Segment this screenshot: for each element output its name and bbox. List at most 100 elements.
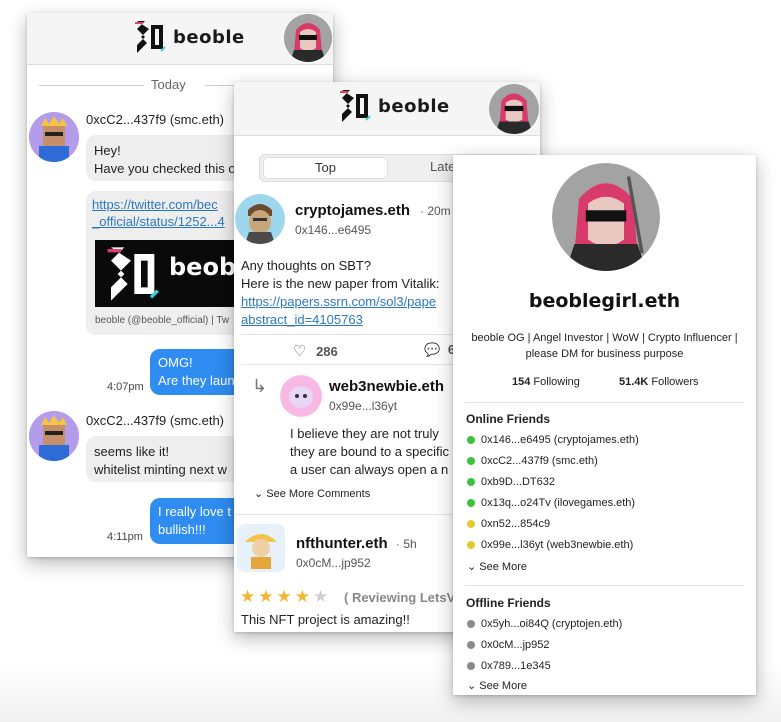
status-dot-icon — [467, 541, 475, 550]
tweet-link[interactable]: _official/status/1252...4 — [92, 213, 225, 231]
chevron-down-icon: ⌄ — [467, 561, 477, 573]
friend-item[interactable]: 0x789...1e345 — [467, 660, 551, 672]
friend-item[interactable]: 0xcC2...437f9 (smc.eth) — [467, 455, 598, 467]
review-author-name[interactable]: nfthunter.eth — [296, 535, 388, 552]
friend-item[interactable]: 0x146...e6495 (cryptojames.eth) — [467, 434, 639, 446]
friend-item[interactable]: 0x13q...o24Tv (ilovegames.eth) — [467, 497, 635, 509]
tweet-link[interactable]: https://twitter.com/bec — [92, 196, 218, 214]
profile-window: beoblegirl.eth beoble OG | Angel Investo… — [453, 155, 756, 695]
reply-text-line: I believe they are not truly — [290, 426, 439, 441]
chevron-down-icon: ⌄ — [254, 488, 264, 500]
comment-icon: 💬 — [424, 342, 441, 357]
beoble-logo-mark-icon — [135, 21, 166, 53]
star-icon: ★ — [258, 587, 277, 606]
status-dot-icon — [467, 436, 475, 445]
reply-text-line: they are bound to a specific — [290, 444, 449, 459]
see-more-offline-button[interactable]: ⌄ See More — [467, 679, 527, 692]
profile-bio-line: please DM for business purpose — [525, 348, 684, 360]
profile-avatar[interactable] — [552, 163, 660, 271]
status-dot-icon — [467, 499, 475, 508]
reviewing-label[interactable]: ( Reviewing LetsV — [344, 590, 455, 605]
see-more-comments-label: See More Comments — [266, 488, 371, 500]
feed-header: beoble — [234, 82, 540, 136]
star-icon: ★ — [294, 587, 313, 606]
friend-name: 0x0cM...jp952 — [481, 639, 550, 651]
review-age: · 5h — [396, 537, 417, 551]
status-dot-icon — [467, 457, 475, 466]
friend-name: 0x13q...o24Tv (ilovegames.eth) — [481, 497, 636, 509]
friend-name: 0x99e...l36yt (web3newbie.eth) — [481, 539, 634, 551]
reply-author-avatar[interactable] — [280, 375, 322, 417]
status-dot-icon — [467, 520, 475, 529]
brand-name: beoble — [173, 26, 245, 48]
user-avatar[interactable] — [284, 14, 332, 62]
online-friends-title: Online Friends — [466, 412, 551, 426]
tab-label: Top — [315, 160, 336, 175]
like-button[interactable]: ♡ 286 — [293, 342, 338, 360]
like-count: 286 — [316, 344, 338, 359]
beoble-logo-mark-icon — [340, 90, 371, 122]
message-sender: 0xcC2...437f9 (smc.eth) — [86, 112, 224, 127]
post-age: · 20m — [420, 204, 451, 218]
friend-item[interactable]: 0x99e...l36yt (web3newbie.eth) — [467, 539, 633, 551]
friend-item[interactable]: 0x0cM...jp952 — [467, 639, 549, 651]
tab-latest[interactable]: Late — [430, 159, 455, 174]
review-text: This NFT project is amazing!! — [241, 612, 410, 627]
offline-friends-title: Offline Friends — [466, 596, 551, 610]
user-avatar[interactable] — [489, 84, 539, 134]
review-author-address: 0x0cM...jp952 — [296, 556, 371, 570]
see-more-online-button[interactable]: ⌄ See More — [467, 560, 527, 573]
friend-name: 0x5yh...oi84Q (cryptojen.eth) — [481, 618, 623, 630]
star-icon: ★ — [313, 587, 332, 606]
friend-item[interactable]: 0xn52...854c9 — [467, 518, 550, 530]
see-more-label: See More — [479, 561, 527, 573]
section-divider — [465, 402, 744, 403]
profile-name: beoblegirl.eth — [528, 290, 681, 312]
status-dot-icon — [467, 662, 475, 671]
status-dot-icon — [467, 641, 475, 650]
message-time: 4:07pm — [107, 381, 144, 393]
review-author-avatar[interactable] — [237, 524, 285, 572]
sender-avatar[interactable] — [29, 411, 79, 461]
friend-name: 0xcC2...437f9 (smc.eth) — [481, 455, 598, 467]
date-label: Today — [151, 77, 186, 92]
status-dot-icon — [467, 620, 475, 629]
friend-item[interactable]: 0x5yh...oi84Q (cryptojen.eth) — [467, 618, 622, 630]
brand-name: beoble — [378, 95, 450, 117]
chevron-down-icon: ⌄ — [467, 680, 477, 692]
see-more-label: See More — [479, 680, 527, 692]
tab-label: Late — [430, 159, 456, 174]
reply-author-name[interactable]: web3newbie.eth — [329, 378, 444, 395]
post-text-line: Any thoughts on SBT? — [241, 258, 372, 273]
post-link[interactable]: https://papers.ssrn.com/sol3/pape — [241, 294, 436, 309]
beoble-logo-mark-icon — [107, 247, 159, 301]
star-icon: ★ — [240, 587, 259, 606]
beoble-logo[interactable]: beoble — [336, 88, 450, 124]
chat-header: beoble — [27, 13, 333, 65]
see-more-comments-button[interactable]: ⌄ See More Comments — [254, 487, 370, 500]
sender-avatar[interactable] — [29, 112, 79, 162]
reply-text-line: a user can always open a n — [290, 462, 449, 477]
followers-count: 51.4K — [619, 376, 649, 388]
followers-label: Followers — [651, 376, 699, 388]
star-icon: ★ — [276, 587, 295, 606]
reply-author-address: 0x99e...l36yt — [329, 399, 398, 413]
post-author-avatar[interactable] — [235, 194, 285, 244]
section-divider — [465, 585, 744, 586]
heart-icon: ♡ — [293, 343, 307, 360]
post-link[interactable]: abstract_id=4105763 — [241, 312, 363, 327]
friend-name: 0x146...e6495 (cryptojames.eth) — [481, 434, 639, 446]
tab-top[interactable]: Top — [263, 157, 388, 179]
star-rating: ★★★★★ — [240, 587, 331, 607]
comment-button[interactable]: 💬 6 — [424, 342, 455, 358]
reply-arrow-icon: ↳ — [252, 376, 268, 396]
status-dot-icon — [467, 478, 475, 487]
following-stat[interactable]: 154 Following — [512, 376, 580, 388]
beoble-logo[interactable]: beoble — [131, 19, 245, 55]
post-author-name[interactable]: cryptojames.eth — [295, 202, 410, 219]
followers-stat[interactable]: 51.4K Followers — [619, 376, 699, 388]
following-count: 154 — [512, 376, 531, 388]
friend-name: 0xn52...854c9 — [481, 518, 551, 530]
message-time: 4:11pm — [107, 531, 143, 543]
friend-item[interactable]: 0xb9D...DT632 — [467, 476, 555, 488]
